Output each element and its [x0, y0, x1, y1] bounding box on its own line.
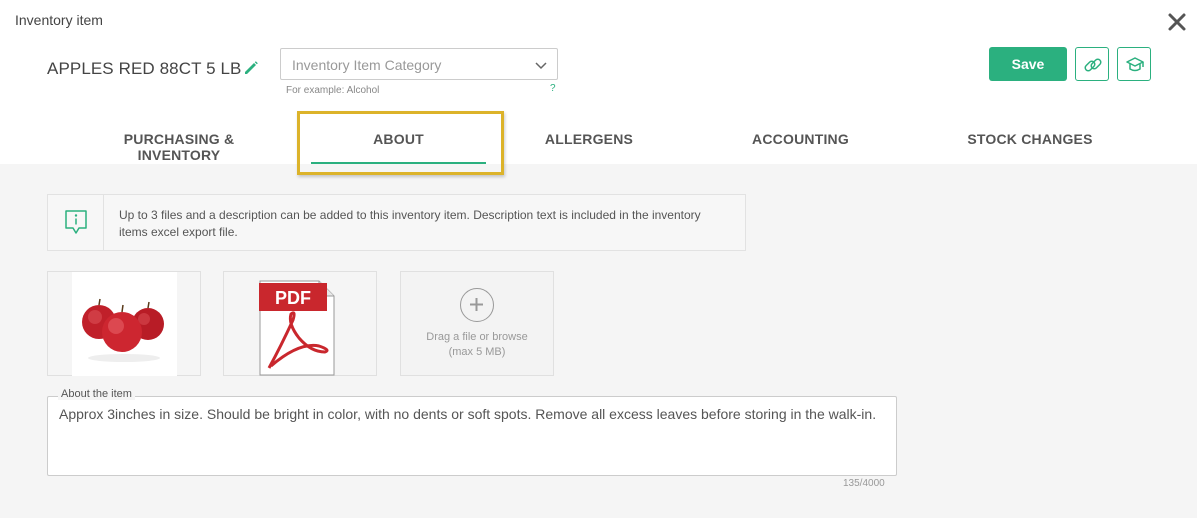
file-upload-dropzone[interactable]: Drag a file or browse (max 5 MB)	[400, 271, 554, 376]
info-text: Up to 3 files and a description can be a…	[119, 208, 701, 239]
about-text: Approx 3inches in size. Should be bright…	[59, 406, 877, 422]
info-box: Up to 3 files and a description can be a…	[47, 194, 746, 251]
file-card-pdf[interactable]: PDF	[223, 271, 377, 376]
info-icon-cell	[48, 195, 104, 250]
graduation-cap-icon	[1126, 57, 1144, 72]
tab-highlight-box	[297, 111, 504, 175]
category-select[interactable]: Inventory Item Category	[280, 48, 558, 80]
tab-accounting[interactable]: ACCOUNTING	[740, 131, 861, 147]
add-file-button[interactable]	[460, 288, 494, 322]
chevron-down-icon	[535, 62, 547, 70]
tab-allergens[interactable]: ALLERGENS	[530, 131, 648, 147]
about-textarea[interactable]: Approx 3inches in size. Should be bright…	[47, 396, 897, 476]
category-hint: For example: Alcohol	[286, 85, 380, 96]
info-icon	[65, 210, 87, 234]
plus-icon	[470, 298, 483, 311]
window-title: Inventory item	[15, 12, 103, 28]
training-button[interactable]	[1117, 47, 1151, 81]
pdf-badge-text: PDF	[275, 288, 311, 308]
save-button[interactable]: Save	[989, 47, 1067, 81]
upload-instructions: Drag a file or browse (max 5 MB)	[401, 330, 553, 360]
tab-purchasing-inventory[interactable]: PURCHASING & INVENTORY	[90, 131, 268, 163]
category-placeholder: Inventory Item Category	[292, 57, 442, 73]
link-button[interactable]	[1075, 47, 1109, 81]
char-count: 135/4000	[843, 478, 885, 489]
apples-image	[72, 272, 177, 376]
pdf-icon: PDF	[259, 280, 335, 376]
item-name: APPLES RED 88CT 5 LB	[47, 59, 242, 78]
about-label: About the item	[58, 388, 135, 400]
pencil-edit-icon[interactable]	[243, 60, 259, 76]
link-icon	[1084, 58, 1102, 72]
file-card-image[interactable]	[47, 271, 201, 376]
upload-line-2: (max 5 MB)	[448, 346, 506, 358]
tab-stock-changes[interactable]: STOCK CHANGES	[960, 131, 1100, 147]
upload-line-1: Drag a file or browse	[426, 331, 528, 343]
close-icon[interactable]	[1167, 12, 1187, 32]
help-link[interactable]: ?	[550, 83, 556, 94]
